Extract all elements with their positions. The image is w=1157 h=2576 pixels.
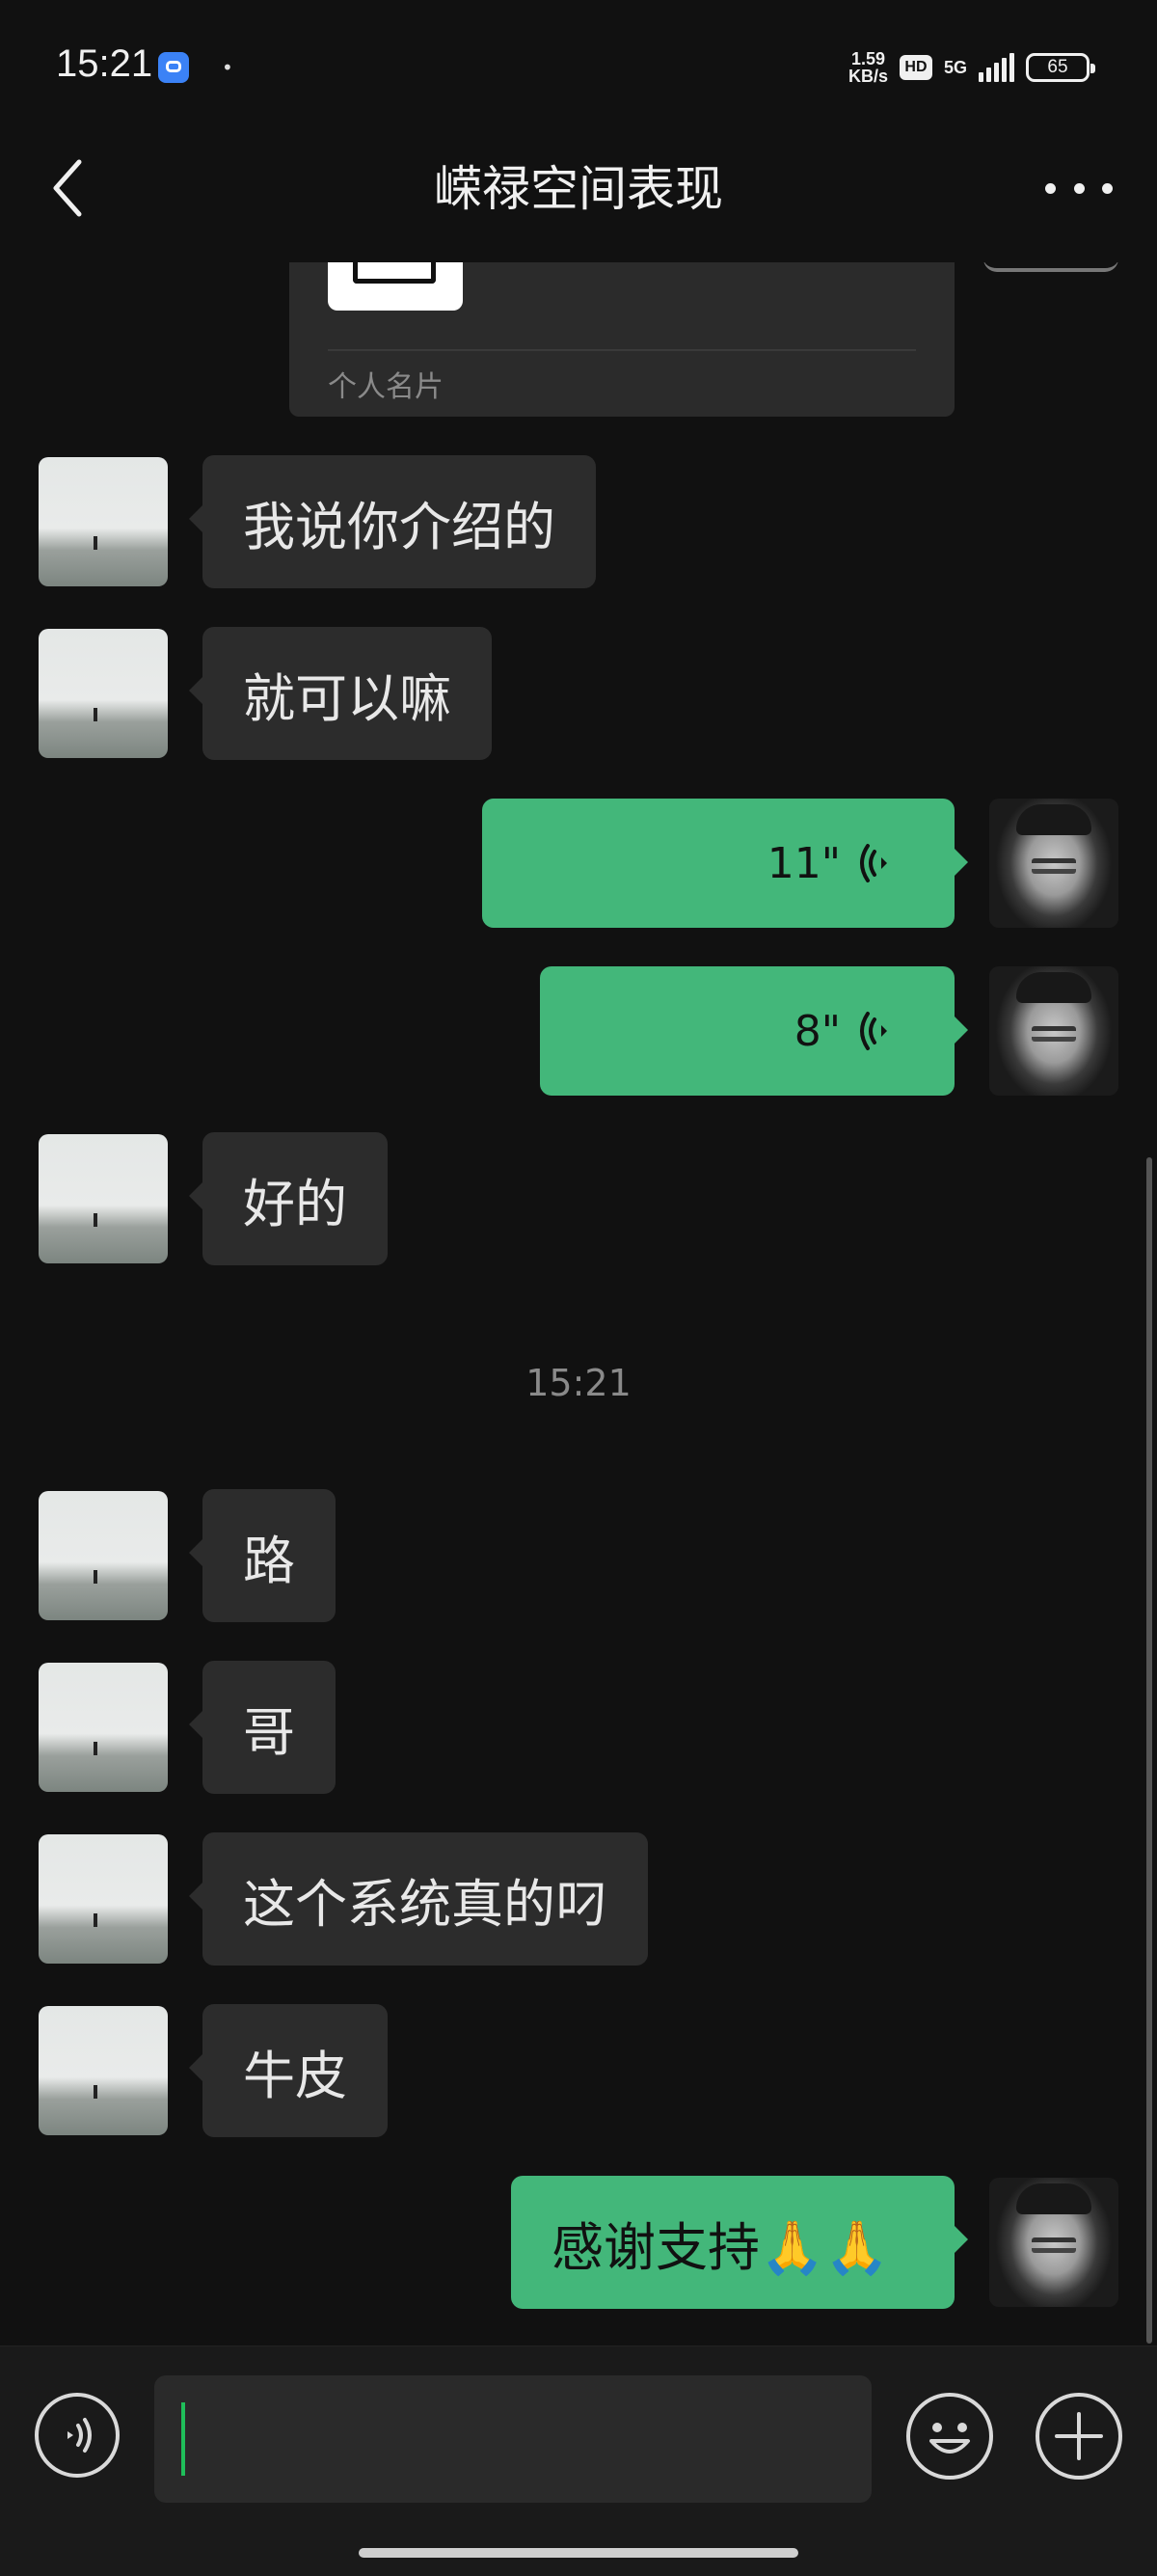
message-row: 11": [0, 799, 1157, 932]
voice-duration: 11": [767, 838, 841, 888]
avatar[interactable]: [989, 799, 1118, 928]
message-bubble[interactable]: 路: [189, 1489, 336, 1622]
input-bar: [0, 2346, 1157, 2576]
message-list[interactable]: 个人名片 我说你介绍的 就可以嘛 11" 8" 好的 15:21 路 哥 这个系…: [0, 262, 1157, 2346]
message-bubble[interactable]: 牛皮: [189, 2004, 388, 2137]
voice-message-content: 8": [794, 1007, 897, 1056]
message-bubble[interactable]: 感谢支持🙏🙏: [511, 2176, 968, 2309]
network-type: 5G: [943, 58, 967, 77]
network-speed: 1.59 KB/s: [848, 50, 888, 85]
voice-message-content: 11": [767, 839, 897, 888]
status-time: 15:21: [56, 42, 153, 85]
avatar[interactable]: [39, 1663, 168, 1792]
message-row: 这个系统真的叼: [0, 1832, 1157, 1966]
message-row: 我说你介绍的: [0, 455, 1157, 588]
avatar[interactable]: [39, 1834, 168, 1964]
avatar[interactable]: [989, 2178, 1118, 2307]
avatar-peek: [983, 262, 1118, 272]
avatar[interactable]: [39, 457, 168, 586]
timestamp: 15:21: [525, 1362, 632, 1404]
contact-card[interactable]: 个人名片: [289, 262, 955, 417]
message-row: 就可以嘛: [0, 627, 1157, 760]
message-row: 感谢支持🙏🙏: [0, 2176, 1157, 2309]
contact-card-thumbnail: [328, 262, 463, 311]
message-bubble[interactable]: 哥: [189, 1661, 336, 1794]
message-bubble[interactable]: 就可以嘛: [189, 627, 492, 760]
contact-card-label: 个人名片: [328, 370, 444, 404]
message-bubble[interactable]: 这个系统真的叼: [189, 1832, 648, 1966]
voice-duration: 8": [794, 1006, 841, 1056]
ellipsis-icon[interactable]: [1045, 174, 1113, 203]
signal-icon: [979, 53, 1014, 82]
voice-message-bubble[interactable]: 8": [540, 966, 968, 1096]
avatar[interactable]: [39, 1134, 168, 1263]
hd-badge: HD: [899, 55, 932, 80]
notification-dot: •: [222, 56, 233, 79]
avatar[interactable]: [39, 629, 168, 758]
home-indicator[interactable]: [359, 2548, 798, 2558]
avatar[interactable]: [989, 966, 1118, 1096]
message-row: 路: [0, 1489, 1157, 1622]
message-row: 牛皮: [0, 2004, 1157, 2137]
smiley-icon[interactable]: [906, 2393, 993, 2480]
avatar[interactable]: [39, 1491, 168, 1620]
message-row: 好的: [0, 1132, 1157, 1265]
voice-wave-icon: [860, 1012, 887, 1050]
voice-input-icon[interactable]: [35, 2393, 120, 2478]
divider: [328, 349, 916, 351]
message-input[interactable]: [154, 2375, 872, 2503]
text-cursor: [181, 2402, 185, 2476]
voice-wave-icon: [860, 844, 887, 882]
message-bubble[interactable]: 我说你介绍的: [189, 455, 596, 588]
plus-icon[interactable]: [1036, 2393, 1122, 2480]
baidu-netdisk-icon: [158, 52, 189, 83]
scrollbar[interactable]: [1146, 1157, 1152, 2344]
message-bubble[interactable]: 好的: [189, 1132, 388, 1265]
network-speed-value: 1.59: [850, 49, 885, 68]
status-indicators: 1.59 KB/s HD 5G 65: [848, 50, 1095, 85]
message-row: 哥: [0, 1661, 1157, 1794]
voice-message-bubble[interactable]: 11": [482, 799, 968, 928]
message-row: 8": [0, 966, 1157, 1099]
avatar[interactable]: [39, 2006, 168, 2135]
chat-title: 嵘禄空间表现: [434, 161, 723, 217]
status-bar: 15:21 • 1.59 KB/s HD 5G 65: [0, 0, 1157, 135]
battery-icon: 65: [1026, 53, 1095, 82]
network-speed-unit: KB/s: [848, 67, 888, 86]
